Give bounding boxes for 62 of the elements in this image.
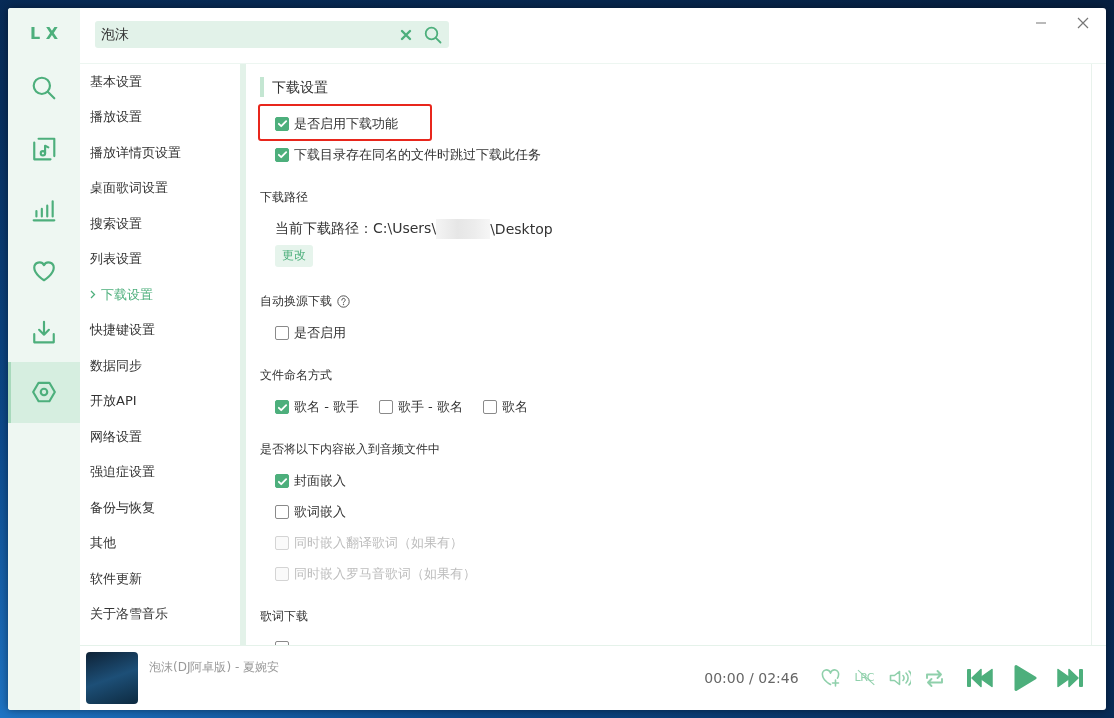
checkbox[interactable]: [275, 400, 289, 414]
download-icon: [31, 318, 57, 345]
checkbox[interactable]: [378, 400, 393, 414]
close-icon[interactable]: [1077, 17, 1089, 29]
download-path-text: 当前下载路径：C:\Users\: [275, 219, 437, 238]
search-icon: [31, 75, 57, 102]
checkbox[interactable]: [275, 147, 289, 162]
album-cover-placeholder: [86, 652, 138, 704]
settings-nav-item[interactable]: 备份与恢复: [90, 490, 240, 526]
heart-plus-icon[interactable]: [820, 669, 840, 687]
section-heading: 歌词下载: [260, 608, 308, 625]
download-path-text: \Desktop: [490, 220, 553, 237]
search-icon[interactable]: [424, 25, 442, 44]
checkbox-label: 是否启用: [294, 324, 346, 342]
play-icon[interactable]: [1013, 664, 1037, 692]
settings-nav-item[interactable]: 播放详情页设置: [90, 135, 240, 171]
settings-title: 下载设置: [260, 77, 328, 97]
checkbox[interactable]: [275, 505, 289, 519]
clear-icon[interactable]: [400, 28, 412, 41]
song-title: 泡沫(DJ阿卓版) - 夏婉安: [149, 659, 280, 676]
sidebar-tab[interactable]: [8, 362, 80, 423]
settings-nav-item[interactable]: 快捷键设置: [90, 312, 240, 348]
checkbox-label: 同时嵌入翻译歌词（如果有）: [294, 534, 463, 552]
chevron-right-icon: [90, 290, 96, 300]
settings-nav-item[interactable]: 桌面歌词设置: [90, 170, 240, 206]
checkbox-label: 同时嵌入罗马音歌词（如果有）: [294, 565, 476, 583]
settings-nav-item[interactable]: 软件更新: [90, 561, 240, 597]
checkbox-label: 歌名: [501, 398, 528, 416]
checkbox-label: 歌名 - 歌手: [294, 398, 359, 416]
settings-nav-item[interactable]: 列表设置: [90, 241, 240, 277]
settings-nav-item[interactable]: 基本设置: [90, 64, 240, 100]
section-heading: 文件命名方式: [260, 367, 332, 384]
checkbox-label: 下载目录存在同名的文件时跳过下载此任务: [294, 145, 541, 164]
music-file-icon: [31, 136, 57, 163]
next-track-icon[interactable]: [1056, 667, 1084, 689]
playback-time: 00:00 / 02:46: [704, 670, 799, 686]
checkbox-label: 歌手 - 歌名: [397, 398, 463, 416]
settings-nav-item[interactable]: 搜索设置: [90, 206, 240, 242]
bar-chart-icon: [31, 197, 57, 223]
app-logo: L X: [28, 22, 60, 45]
checkbox[interactable]: [482, 400, 497, 414]
section-heading: 自动换源下载: [260, 293, 332, 310]
settings-nav-item[interactable]: 关于洛雪音乐: [90, 596, 240, 632]
settings-nav-item[interactable]: 网络设置: [90, 419, 240, 455]
section-heading: 下载路径: [260, 188, 308, 206]
repeat-icon[interactable]: [925, 668, 944, 688]
checkbox-label: 歌词嵌入: [294, 503, 346, 521]
previous-track-icon[interactable]: [966, 667, 994, 689]
settings-nav-item[interactable]: 开放API: [90, 383, 240, 419]
checkbox[interactable]: [275, 116, 289, 131]
settings-nav-item[interactable]: 播放设置: [90, 99, 240, 135]
settings-nav-item[interactable]: 数据同步: [90, 348, 240, 384]
help-icon[interactable]: [337, 295, 350, 308]
checkbox[interactable]: [275, 474, 289, 488]
checkbox-label: 是否启用下载功能: [294, 114, 398, 133]
volume-icon[interactable]: [889, 669, 911, 687]
settings-nav-item[interactable]: 强迫症设置: [90, 454, 240, 490]
search-field[interactable]: 泡沫: [95, 21, 449, 48]
checkbox[interactable]: [275, 326, 289, 340]
settings-nav-item[interactable]: 其他: [90, 525, 240, 561]
section-heading: 是否将以下内容嵌入到音频文件中: [260, 441, 440, 458]
checkbox-label: 封面嵌入: [294, 472, 346, 490]
